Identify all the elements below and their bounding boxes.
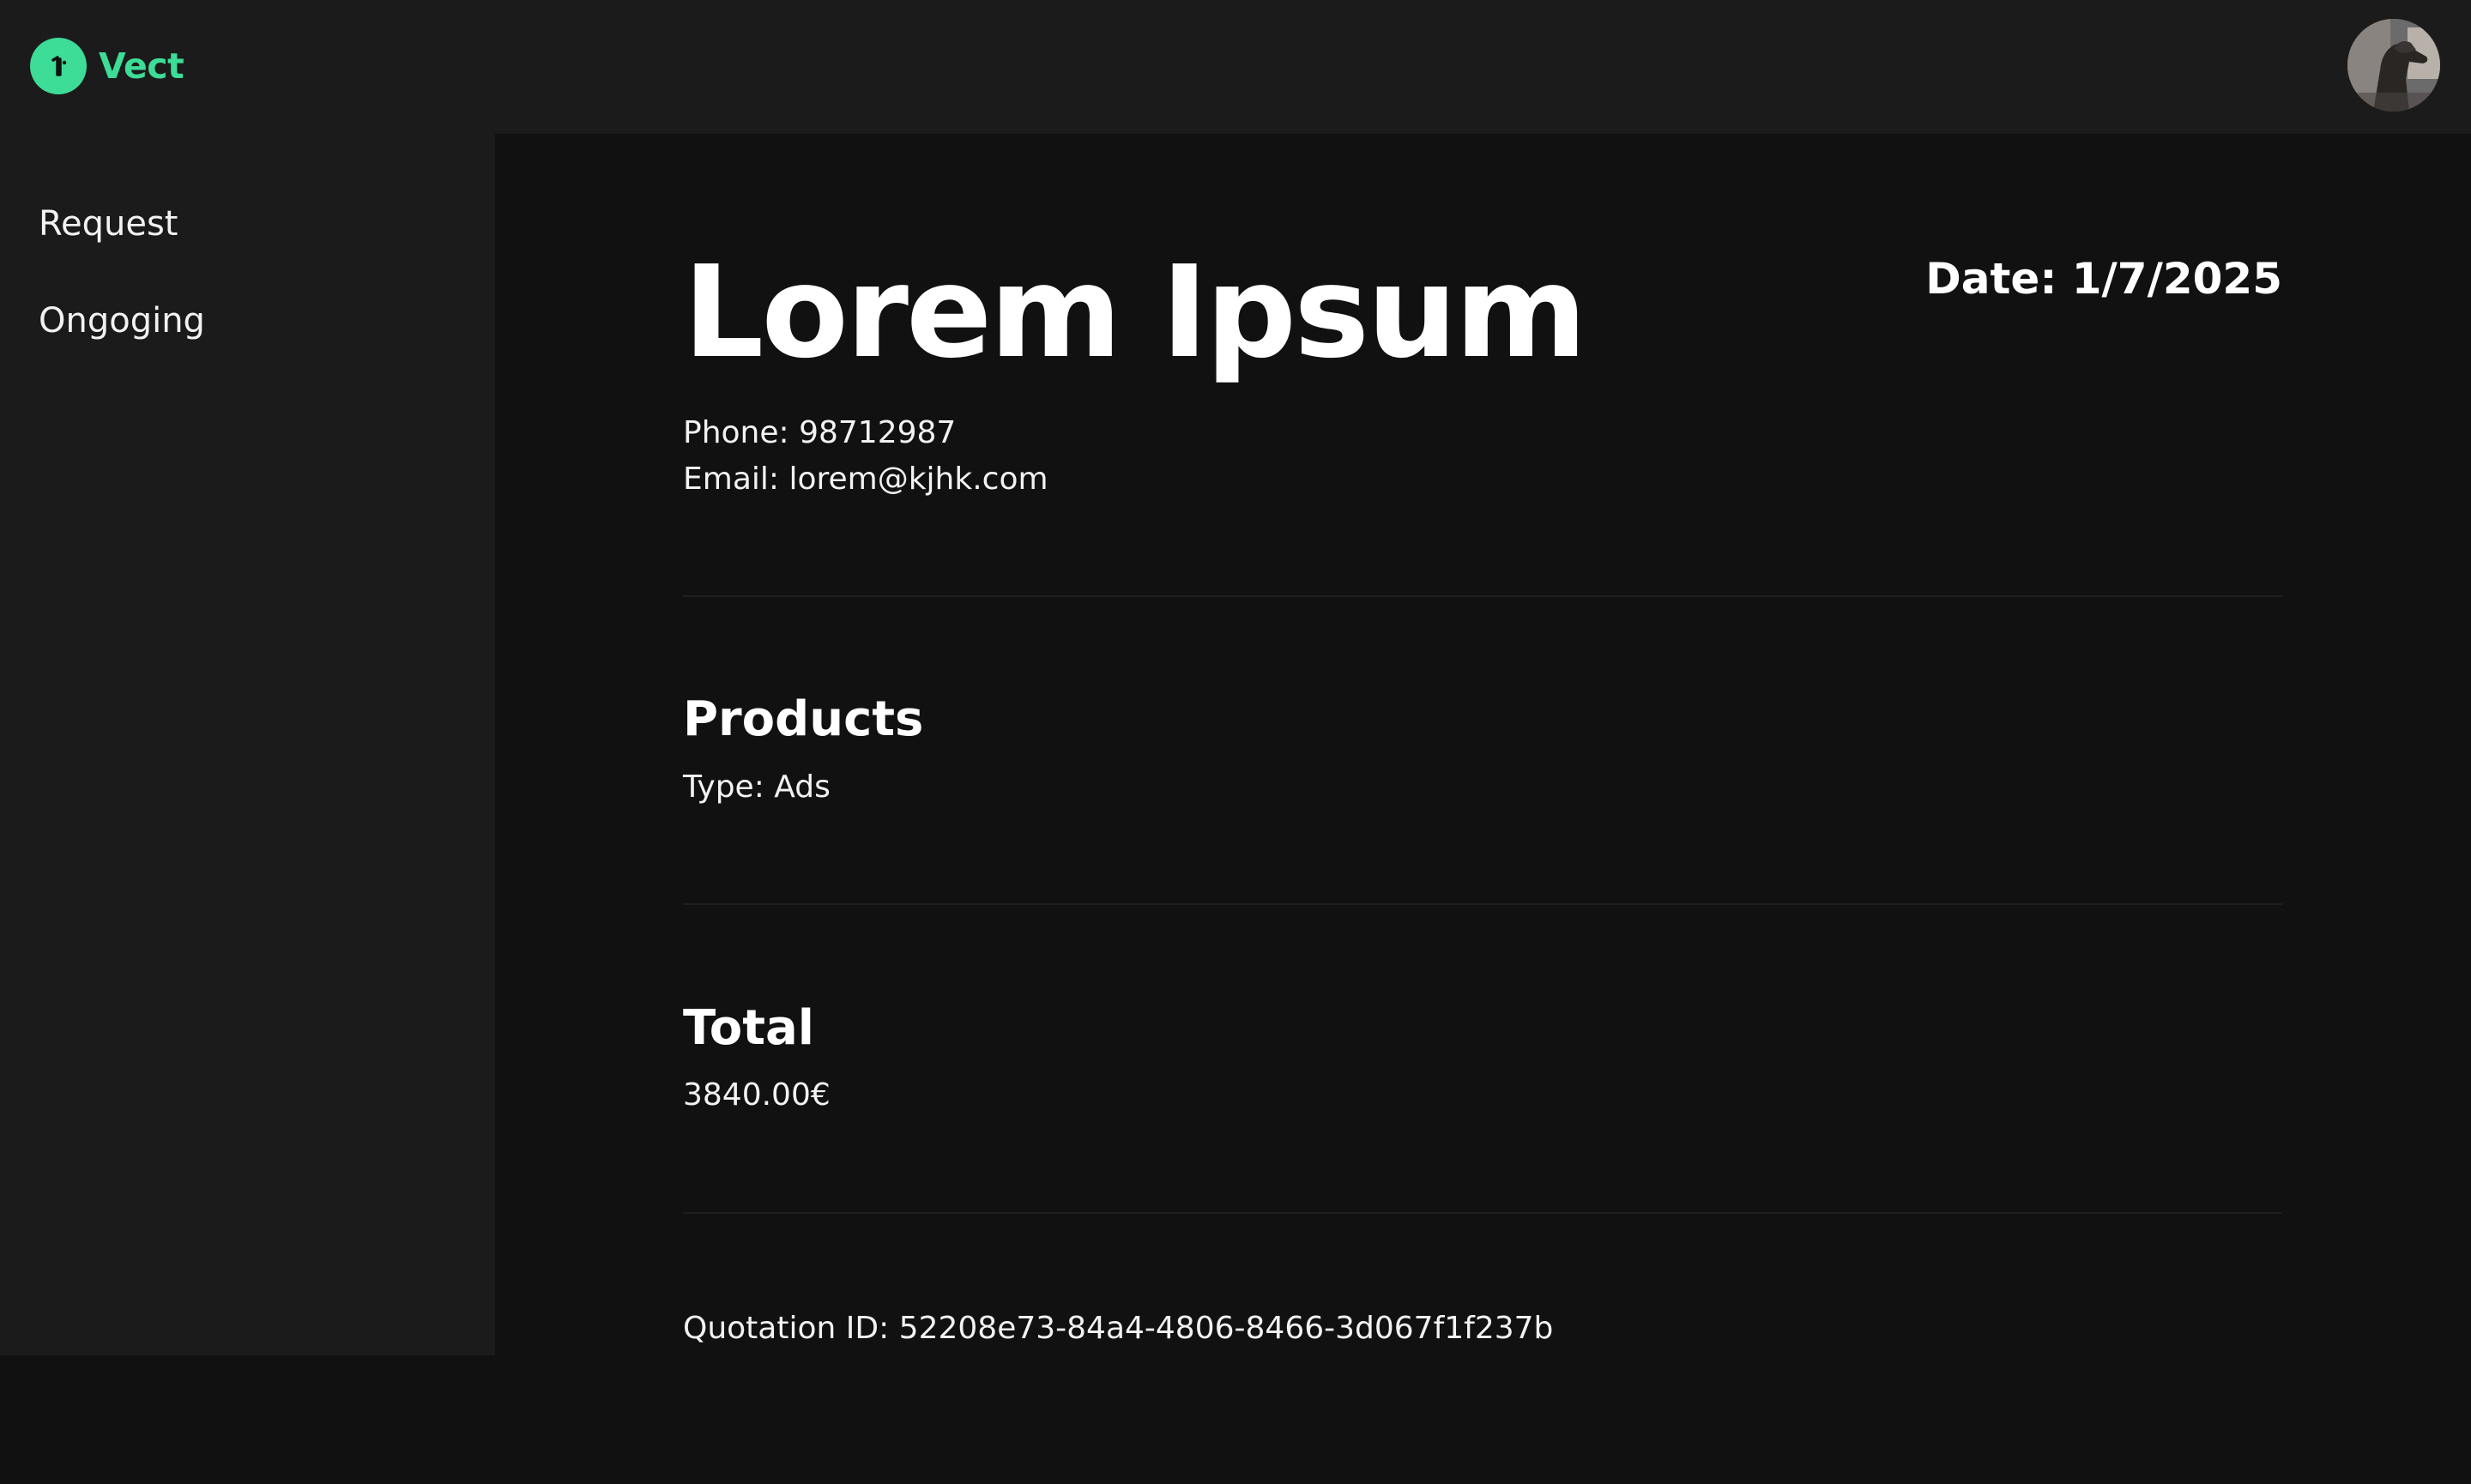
divider: [683, 903, 2282, 905]
quotation-id: Quotation ID: 52208e73-84a4-4806-8466-3d…: [683, 1311, 1554, 1346]
products-heading: Products: [683, 691, 924, 747]
divider: [683, 1212, 2282, 1214]
client-email: Email: lorem@kjhk.com: [683, 461, 1048, 497]
sidebar-item-ongoing[interactable]: Ongoging: [39, 301, 205, 341]
top-bar: Vect: [0, 0, 2471, 134]
user-avatar[interactable]: [2347, 19, 2440, 112]
product-type: Type: Ads: [683, 769, 831, 805]
sidebar-item-label: Ongoging: [39, 301, 205, 341]
total-value: 3840.00€: [683, 1077, 831, 1113]
quotation-date: Date: 1/7/2025: [1925, 254, 2282, 304]
brand-name: Vect: [99, 45, 184, 87]
sidebar: Request Ongoging: [0, 134, 495, 1355]
client-phone: Phone: 98712987: [683, 415, 957, 450]
sidebar-item-label: Request: [39, 204, 178, 244]
vect-logo-icon: [30, 38, 87, 94]
total-heading: Total: [683, 1000, 814, 1056]
client-name-title: Lorem Ipsum: [683, 238, 1587, 386]
divider: [683, 595, 2282, 597]
brand[interactable]: Vect: [30, 38, 184, 94]
sidebar-item-request[interactable]: Request: [39, 204, 178, 244]
